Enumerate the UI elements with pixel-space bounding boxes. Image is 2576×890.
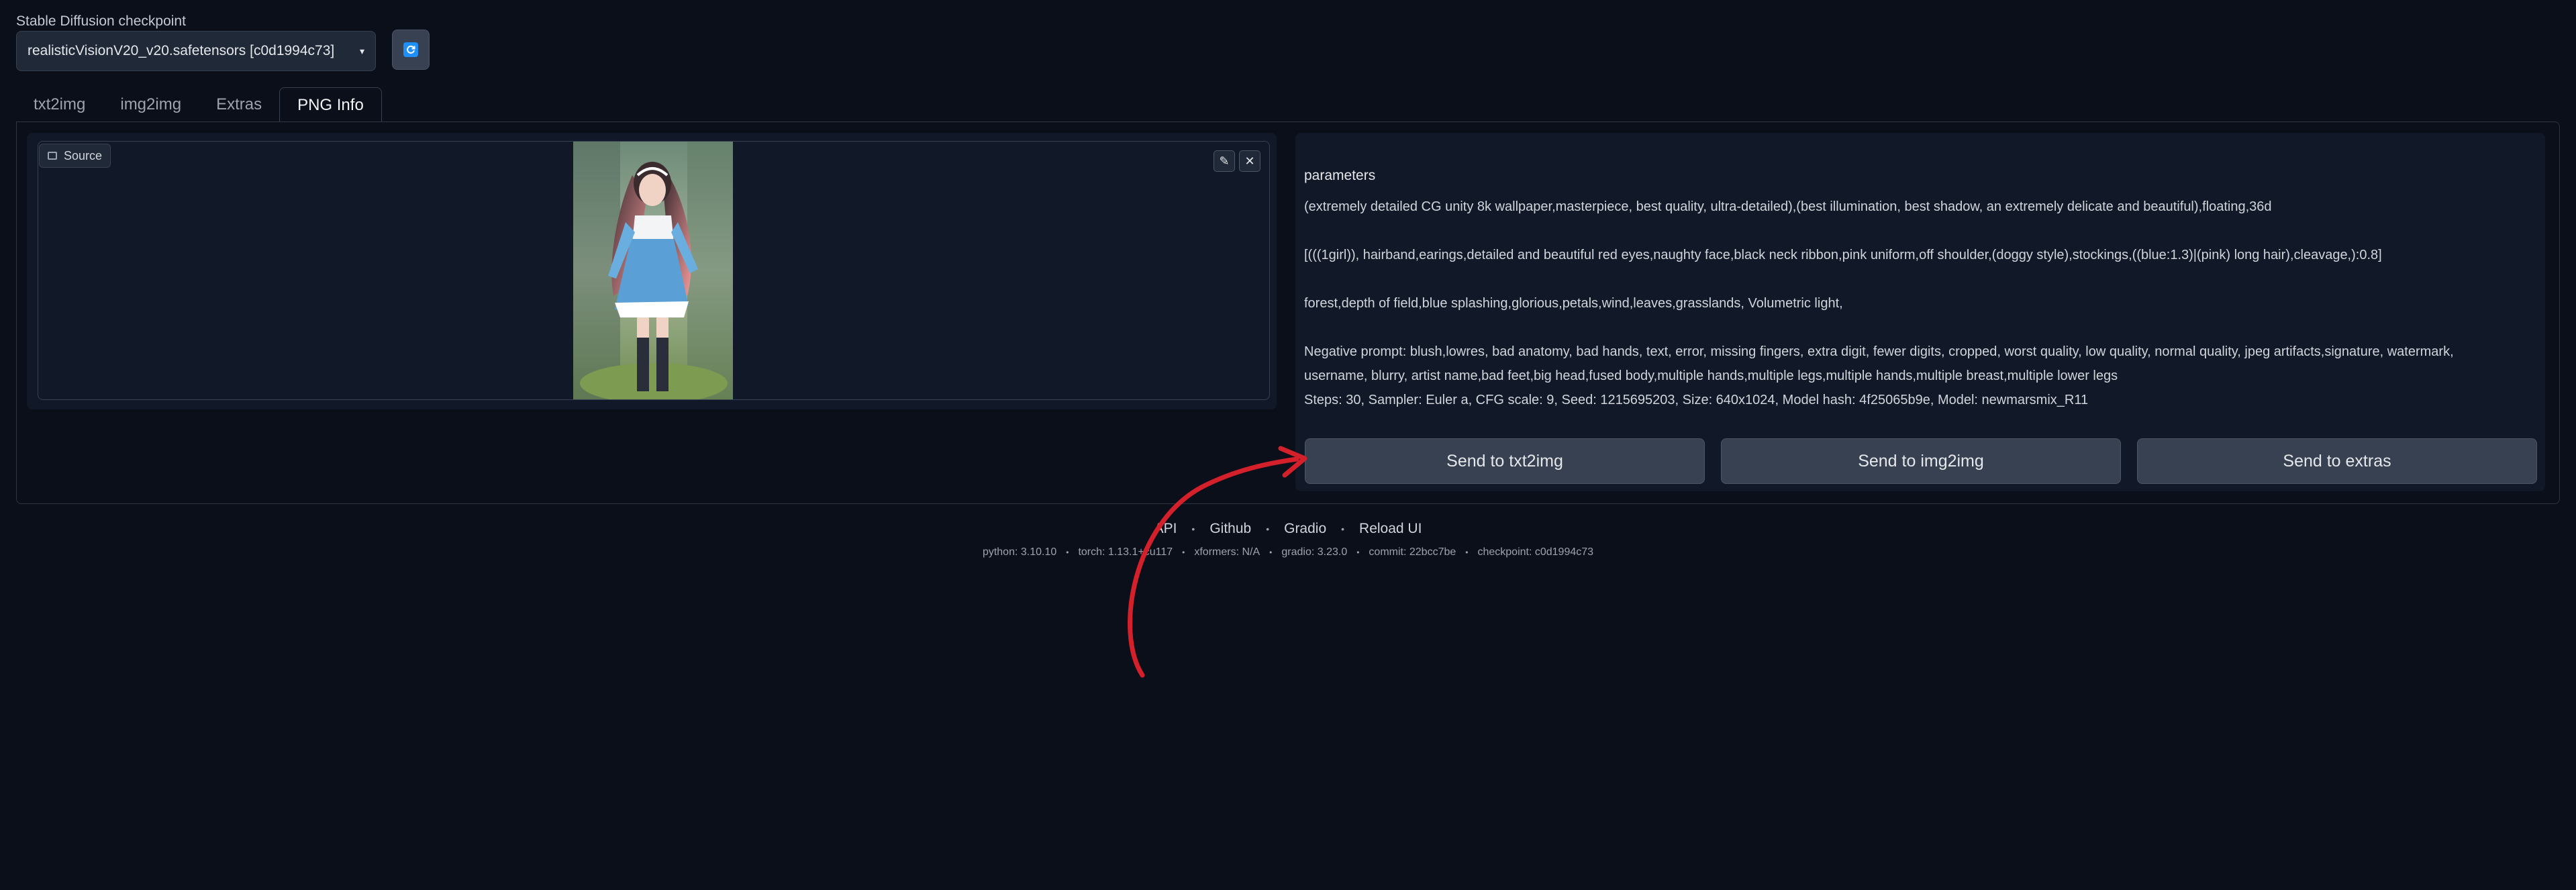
footer-separator: • [1191,524,1195,534]
refresh-checkpoint-button[interactable] [392,30,430,70]
version-gradio: gradio: 3.23.0 [1281,546,1348,558]
footer-link-api[interactable]: API [1154,521,1177,537]
send-to-extras-button[interactable]: Send to extras [2137,438,2537,484]
tab-img2img[interactable]: img2img [103,87,199,122]
tab-png-info[interactable]: PNG Info [279,87,382,122]
checkpoint-selected-value: realisticVisionV20_v20.safetensors [c0d1… [28,43,335,58]
checkpoint-label: Stable Diffusion checkpoint [16,13,186,29]
footer-link-reload-ui[interactable]: Reload UI [1359,521,1422,537]
image-icon [48,152,57,160]
negative-prompt-line: username, blurry, artist name,bad feet,b… [1304,368,2118,383]
edit-image-button[interactable]: ✎ [1213,150,1235,172]
footer-link-github[interactable]: Github [1209,521,1251,537]
parameters-output: parameters (extremely detailed CG unity … [1304,164,2532,412]
refresh-icon [403,42,418,57]
footer-separator: • [1341,524,1345,534]
footer-separator: • [1266,524,1270,534]
footer-versions: python: 3.10.10 • torch: 1.13.1+cu117 • … [982,546,1594,558]
send-to-txt2img-button[interactable]: Send to txt2img [1305,438,1705,484]
version-python: python: 3.10.10 [982,546,1057,558]
version-checkpoint: checkpoint: c0d1994c73 [1477,546,1594,558]
version-commit: commit: 22bcc7be [1369,546,1456,558]
tab-txt2img[interactable]: txt2img [16,87,103,122]
chevron-down-icon: ▾ [359,45,364,56]
tab-extras[interactable]: Extras [199,87,279,122]
prompt-line: (extremely detailed CG unity 8k wallpape… [1304,199,2272,214]
footer-link-gradio[interactable]: Gradio [1284,521,1326,537]
footer-links: API • Github • Gradio • Reload UI [0,521,2576,537]
parameters-heading: parameters [1304,168,1376,183]
source-image-label: Source [39,144,111,168]
main-tabs: txt2img img2img Extras PNG Info [16,87,382,122]
pencil-icon: ✎ [1219,154,1230,168]
checkpoint-dropdown[interactable]: realisticVisionV20_v20.safetensors [c0d1… [16,31,376,71]
prompt-line: forest,depth of field,blue splashing,glo… [1304,296,1843,311]
negative-prompt-line: Negative prompt: blush,lowres, bad anato… [1304,344,2454,359]
send-to-img2img-button[interactable]: Send to img2img [1721,438,2121,484]
clear-image-button[interactable]: ✕ [1239,150,1260,172]
version-torch: torch: 1.13.1+cu117 [1078,546,1173,558]
close-icon: ✕ [1244,154,1255,168]
source-image-preview [573,142,733,399]
version-xformers: xformers: N/A [1194,546,1260,558]
prompt-line: [(((1girl)), hairband,earings,detailed a… [1304,248,2382,262]
generation-settings: Steps: 30, Sampler: Euler a, CFG scale: … [1304,393,2089,407]
